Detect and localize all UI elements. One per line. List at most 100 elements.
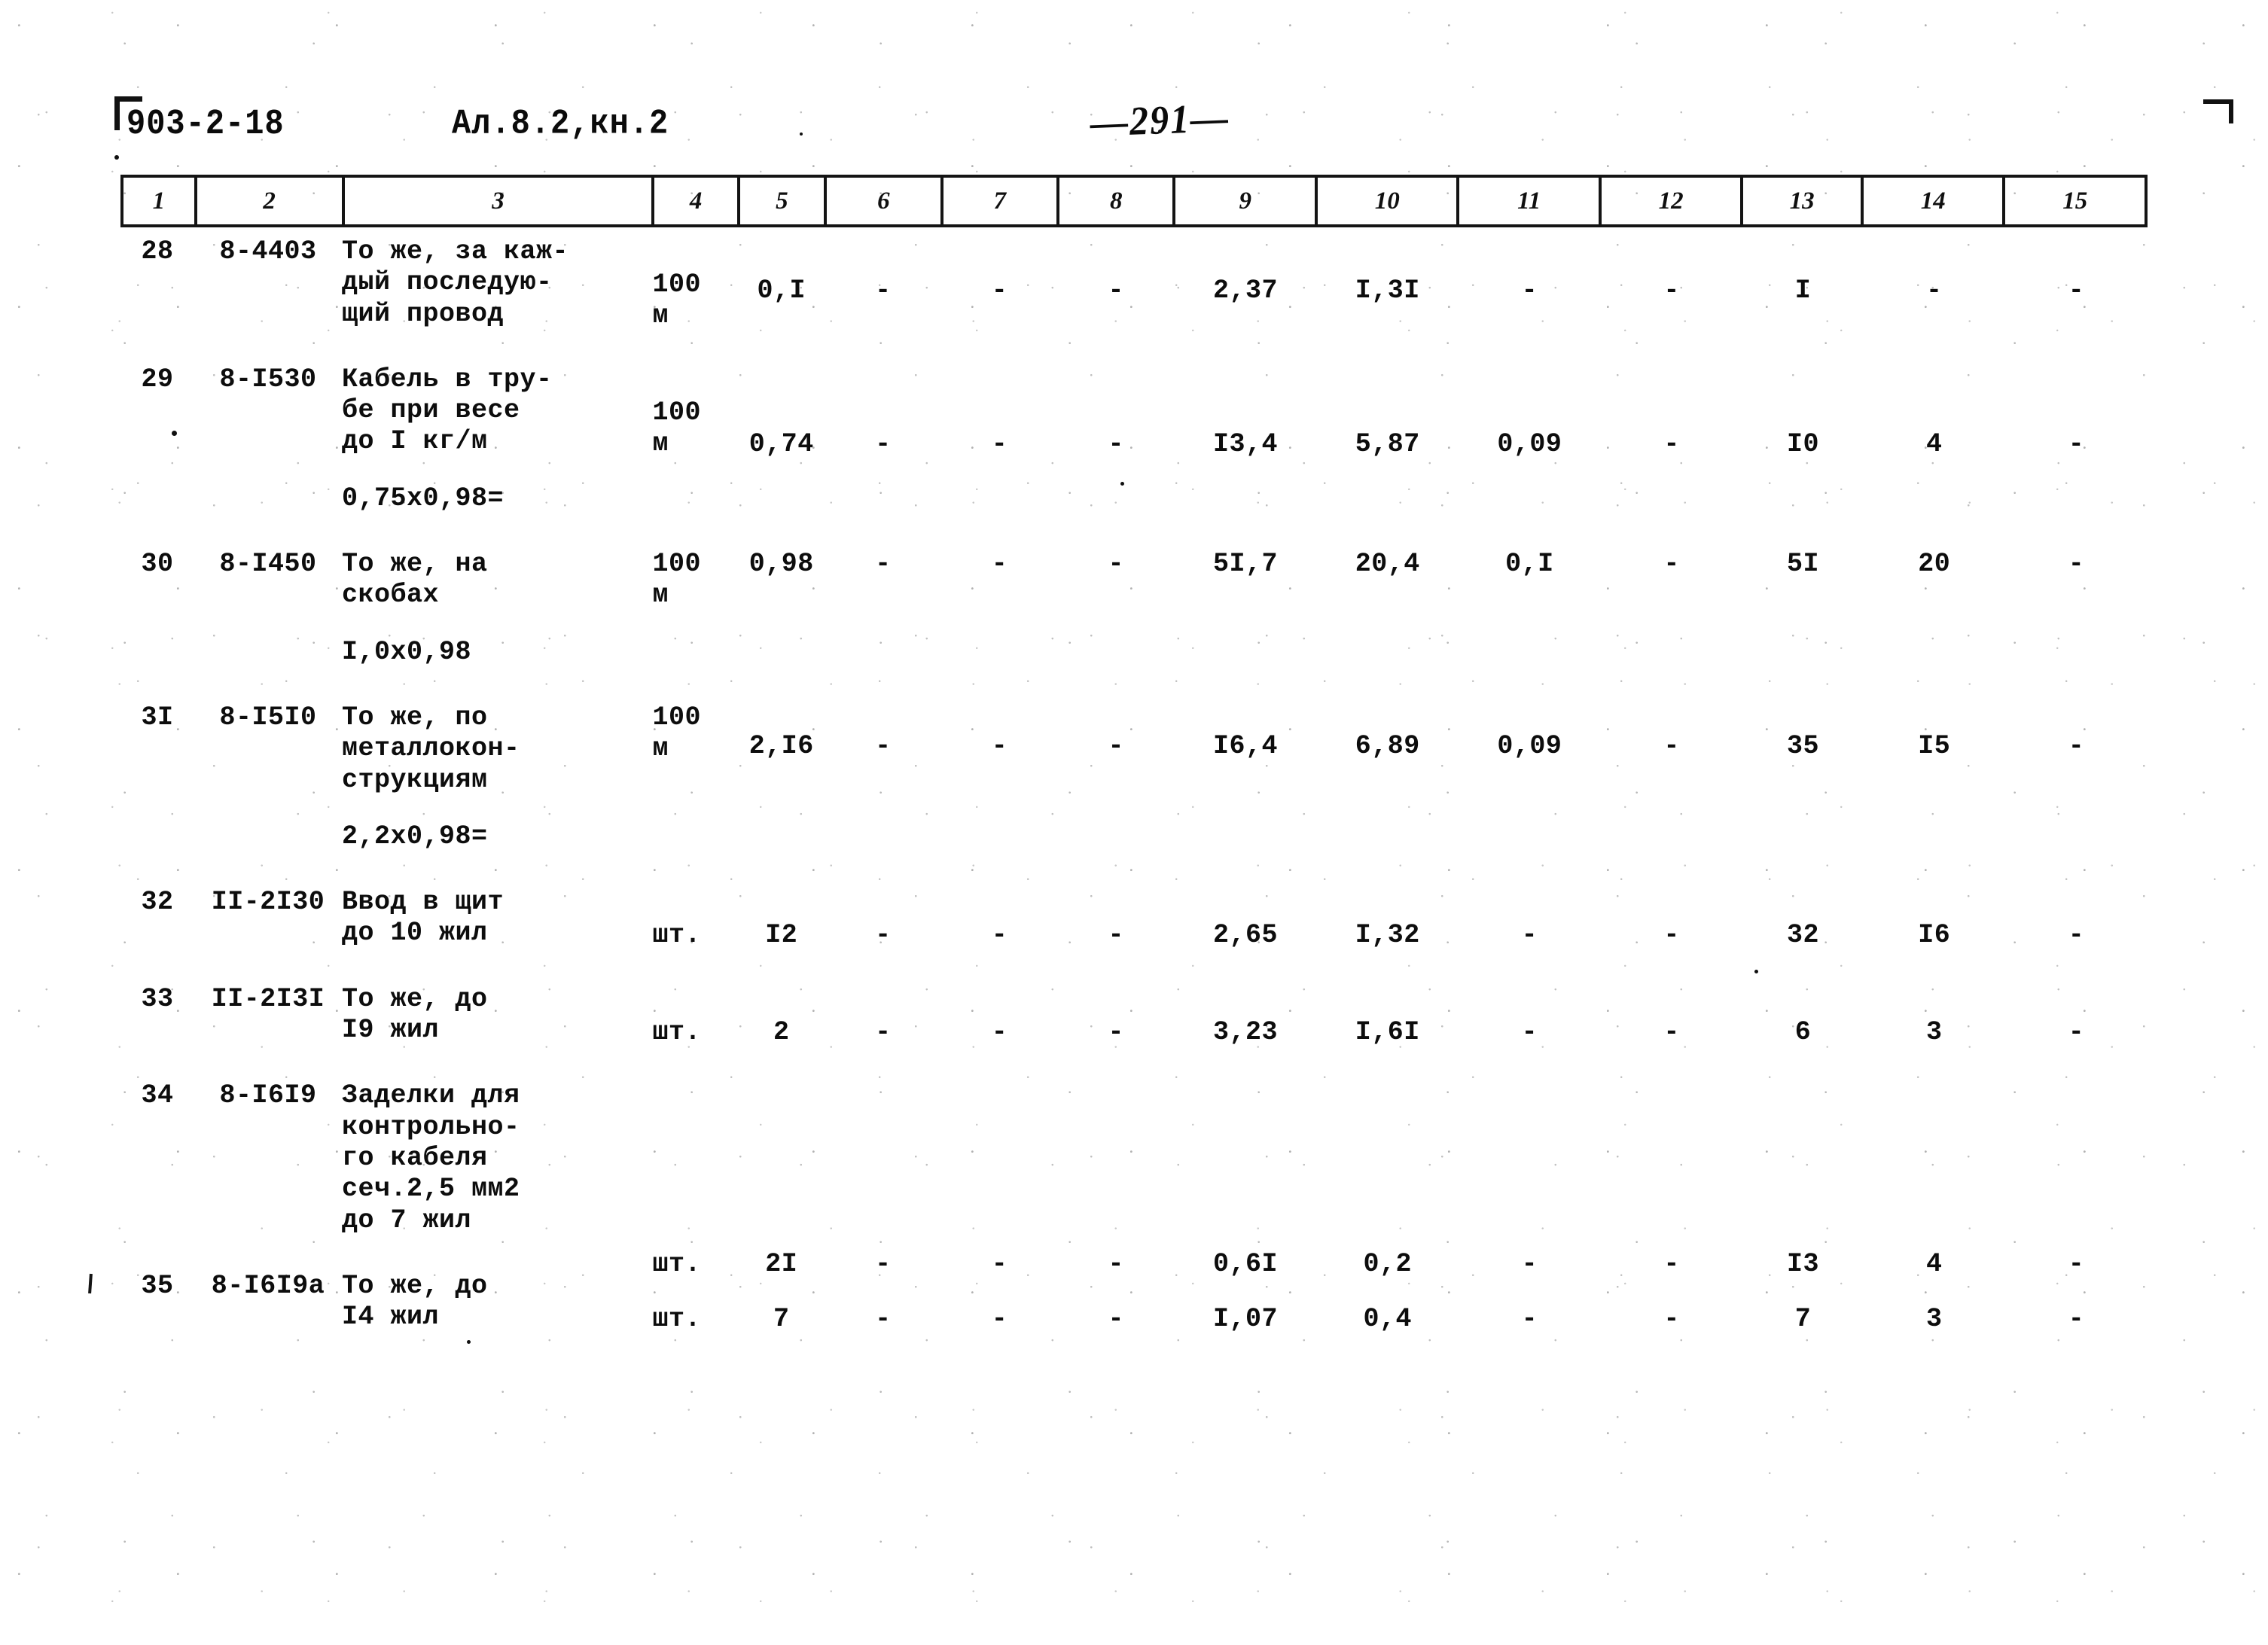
scan-speck — [114, 155, 119, 160]
row-name: Ввод в щит до 10 жил — [342, 887, 653, 949]
row-unit: 100 м — [653, 236, 738, 331]
row-value-15: - — [2068, 1249, 2085, 1280]
row-value-14: 4 — [1926, 428, 1943, 459]
row-name: Кабель в тру- бе при весе до I кг/м 0,75… — [342, 364, 653, 514]
row-value-8: - — [1108, 1016, 1124, 1047]
row-name: Заделки для контрольно- го кабеля сеч.2,… — [342, 1080, 653, 1235]
row-value-13: 7 — [1794, 1303, 1812, 1334]
row-value-9: 5I,7 — [1212, 549, 1278, 580]
name-line: до I кг/м — [341, 426, 488, 457]
row-number: 32 — [141, 887, 174, 918]
row-value-14: - — [1926, 276, 1943, 306]
row-value-15: - — [2068, 730, 2085, 761]
name-line: до 7 жил — [341, 1205, 471, 1235]
row-name: То же, за каж- дый последую- щий провод — [342, 236, 653, 330]
name-line: То же, на — [341, 549, 488, 580]
row-value-11: - — [1521, 1249, 1538, 1280]
column-header-14: 14 — [1860, 175, 2006, 227]
row-value-7: - — [991, 920, 1008, 951]
row-value-11: - — [1521, 1303, 1538, 1334]
unit-line: шт. — [652, 920, 702, 951]
column-header-10: 10 — [1314, 175, 1460, 227]
row-value-7: - — [991, 1249, 1008, 1280]
column-header-11: 11 — [1456, 175, 1602, 227]
row-value-6: - — [875, 1303, 892, 1334]
table-row: 33 II-2I3I То же, до I9 жил шт. 2 - - - — [120, 984, 2148, 1047]
row-value-15: - — [2068, 1303, 2085, 1334]
row-value-6: - — [875, 428, 892, 459]
table-body: 28 8-4403 То же, за каж- дый последую- щ… — [120, 236, 2148, 1334]
row-value-8: - — [1108, 1303, 1124, 1334]
row-value-10: 6,89 — [1355, 730, 1420, 761]
column-header-7: 7 — [940, 175, 1060, 227]
scan-speck — [172, 431, 177, 436]
row-code: 8-I6I9а — [211, 1270, 325, 1301]
row-value-12: - — [1663, 276, 1680, 306]
scan-speck — [1158, 129, 1162, 133]
row-value-13: I — [1794, 276, 1812, 306]
row-value-7: - — [991, 1016, 1008, 1047]
unit-line: шт. — [652, 1016, 702, 1047]
row-gap — [120, 330, 2148, 364]
row-value-9: I3,4 — [1212, 428, 1278, 459]
row-value-13: 35 — [1786, 730, 1819, 761]
scan-speck — [800, 133, 803, 136]
row-value-5: I2 — [765, 920, 798, 951]
row-value-10: 20,4 — [1355, 549, 1420, 580]
document-code: 903-2-18 — [127, 104, 285, 145]
row-number: 30 — [141, 549, 174, 580]
row-value-12: - — [1663, 1249, 1680, 1280]
row-number: 34 — [141, 1080, 174, 1111]
row-value-5: 2I — [765, 1249, 798, 1280]
row-value-14: 3 — [1926, 1016, 1943, 1047]
row-unit: 100 м — [653, 364, 738, 514]
row-gap — [120, 1046, 2148, 1080]
row-gap — [120, 514, 2148, 549]
column-header-12: 12 — [1598, 175, 1744, 227]
row-value-11: 0,I — [1505, 549, 1554, 580]
row-value-7: - — [991, 1303, 1008, 1334]
row-code: 8-I450 — [219, 549, 317, 580]
row-code: 8-I530 — [219, 364, 317, 394]
table-row: 34 8-I6I9 Заделки для контрольно- го каб… — [120, 1080, 2148, 1280]
row-value-10: I,3I — [1355, 276, 1420, 306]
row-value-6: - — [875, 276, 892, 306]
row-value-15: - — [2068, 549, 2085, 580]
row-value-7: - — [991, 276, 1008, 306]
row-code: 8-I6I9 — [219, 1080, 317, 1111]
row-note: 0,75х0,98= — [341, 483, 504, 513]
corner-bracket-right-icon — [2203, 99, 2233, 123]
row-value-5: 0,I — [757, 276, 806, 306]
name-line: сеч.2,5 мм2 — [341, 1174, 520, 1205]
page-number: —291— — [1089, 94, 1231, 145]
row-value-15: - — [2068, 276, 2085, 306]
row-value-13: 6 — [1794, 1016, 1812, 1047]
unit-line: 100 — [652, 397, 702, 428]
column-header-15: 15 — [2002, 175, 2148, 227]
row-value-14: 20 — [1918, 549, 1951, 580]
table-row: 35 8-I6I9а То же, до I4 жил шт. 7 - - - — [120, 1270, 2148, 1334]
row-value-8: - — [1108, 428, 1124, 459]
column-header-5: 5 — [736, 175, 828, 227]
name-line: скобах — [341, 580, 439, 611]
row-value-15: - — [2068, 920, 2085, 951]
data-table: 1 2 3 4 5 6 7 8 9 10 11 12 13 14 15 28 8… — [120, 175, 2148, 1334]
row-gap — [120, 668, 2148, 702]
row-value-7: - — [991, 549, 1008, 580]
row-unit: 100 м — [653, 549, 738, 668]
column-header-9: 9 — [1172, 175, 1318, 227]
row-value-5: 2,I6 — [748, 730, 814, 761]
row-value-5: 2 — [773, 1016, 790, 1047]
scan-tick-mark — [88, 1273, 93, 1294]
row-value-11: 0,09 — [1497, 730, 1562, 761]
name-line: Заделки для — [341, 1080, 520, 1111]
unit-line: м — [652, 428, 669, 459]
row-value-13: I3 — [1786, 1249, 1819, 1280]
row-note: 2,2х0,98= — [341, 821, 488, 851]
row-note: I,0х0,98 — [341, 636, 471, 667]
scan-speck — [1120, 482, 1124, 486]
column-header-table: 1 2 3 4 5 6 7 8 9 10 11 12 13 14 15 — [120, 175, 2148, 227]
row-value-9: 2,37 — [1212, 276, 1278, 306]
column-header-row: 1 2 3 4 5 6 7 8 9 10 11 12 13 14 15 — [120, 175, 2148, 227]
row-value-15: - — [2068, 428, 2085, 459]
